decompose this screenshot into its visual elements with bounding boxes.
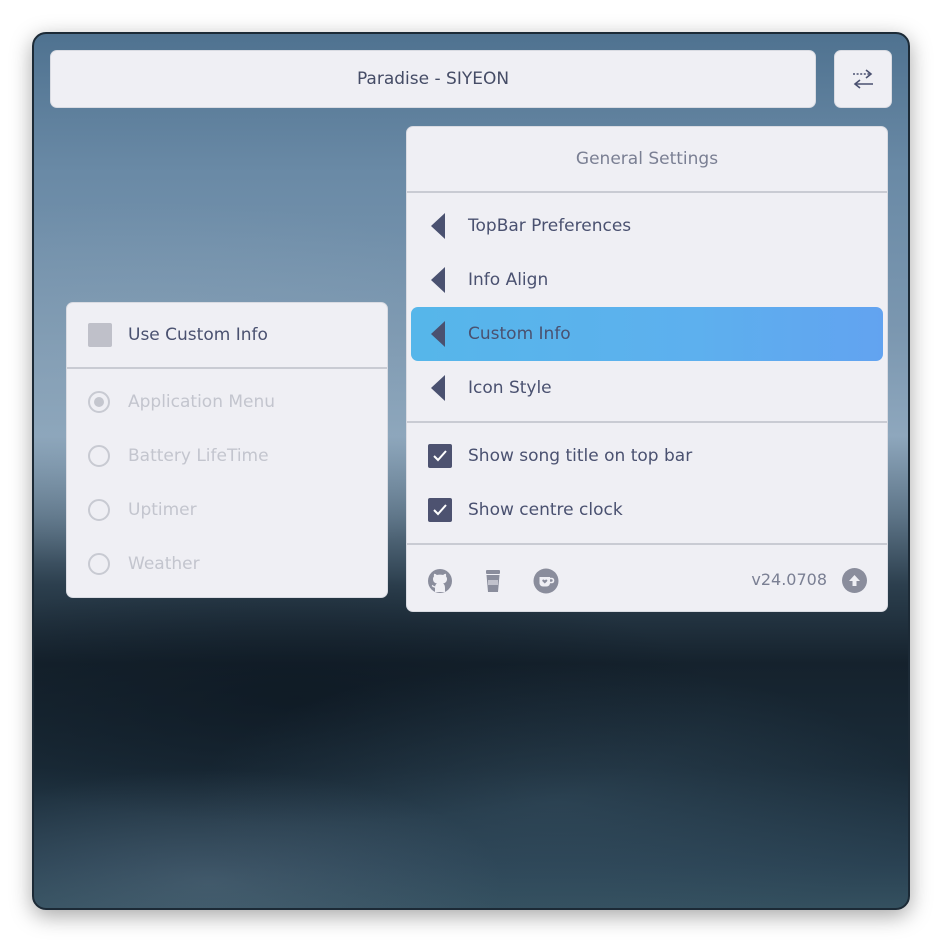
menu-item-label: Info Align [468, 270, 549, 290]
panel-title: General Settings [575, 149, 719, 169]
menu-item-label: TopBar Preferences [468, 216, 632, 236]
checkmark-icon [433, 504, 447, 516]
menu-item-custom-info[interactable]: Custom Info [407, 307, 887, 361]
arrow-left-icon [431, 321, 445, 347]
option-label: Battery LifeTime [128, 446, 269, 466]
radio-button[interactable] [88, 499, 110, 521]
menu-item-info-align[interactable]: Info Align [407, 253, 887, 307]
song-title-bar: Paradise - SIYEON [50, 50, 816, 108]
github-icon[interactable] [427, 568, 453, 594]
kofi-icon[interactable] [533, 568, 559, 594]
use-custom-info-toggle[interactable]: Use Custom Info [67, 308, 387, 362]
toggle-show-song-title[interactable]: Show song title on top bar [407, 429, 887, 483]
song-title-checkbox[interactable] [428, 444, 452, 468]
coffee-cup-icon[interactable] [480, 568, 506, 594]
version-label: v24.0708 [751, 570, 827, 589]
divider [407, 421, 887, 423]
option-uptimer[interactable]: Uptimer [67, 483, 387, 537]
centre-clock-checkbox[interactable] [428, 498, 452, 522]
custom-info-panel: Use Custom Info Application Menu Battery… [66, 302, 388, 598]
toggle-label: Show song title on top bar [468, 446, 693, 466]
option-label: Application Menu [128, 392, 276, 412]
toggle-show-centre-clock[interactable]: Show centre clock [407, 483, 887, 537]
menu-item-label: Icon Style [468, 378, 552, 398]
swap-arrows-icon [853, 69, 873, 89]
arrow-left-icon [431, 375, 445, 401]
use-custom-info-label: Use Custom Info [128, 325, 268, 345]
general-settings-panel: General Settings TopBar Preferences Info… [406, 126, 888, 612]
divider [407, 191, 887, 193]
arrow-up-icon [849, 575, 860, 586]
app-window: Paradise - SIYEON Use Custom Info Applic… [32, 32, 910, 910]
arrow-left-icon [431, 213, 445, 239]
divider [407, 543, 887, 545]
option-label: Uptimer [128, 500, 197, 520]
toggle-label: Show centre clock [468, 500, 623, 520]
option-label: Weather [128, 554, 200, 574]
option-battery-lifetime[interactable]: Battery LifeTime [67, 429, 387, 483]
song-title: Paradise - SIYEON [356, 69, 510, 89]
panel-footer: v24.0708 [407, 549, 887, 611]
radio-button[interactable] [88, 391, 110, 413]
arrow-left-icon [431, 267, 445, 293]
radio-button[interactable] [88, 445, 110, 467]
upload-arrow-icon[interactable] [842, 568, 867, 593]
option-weather[interactable]: Weather [67, 537, 387, 591]
radio-button[interactable] [88, 553, 110, 575]
option-application-menu[interactable]: Application Menu [67, 375, 387, 429]
menu-item-icon-style[interactable]: Icon Style [407, 361, 887, 415]
divider [67, 367, 387, 369]
checkmark-icon [433, 450, 447, 462]
use-custom-info-checkbox[interactable] [88, 323, 112, 347]
menu-item-label: Custom Info [468, 324, 571, 344]
swap-button[interactable] [834, 50, 892, 108]
menu-item-topbar-preferences[interactable]: TopBar Preferences [407, 199, 887, 253]
